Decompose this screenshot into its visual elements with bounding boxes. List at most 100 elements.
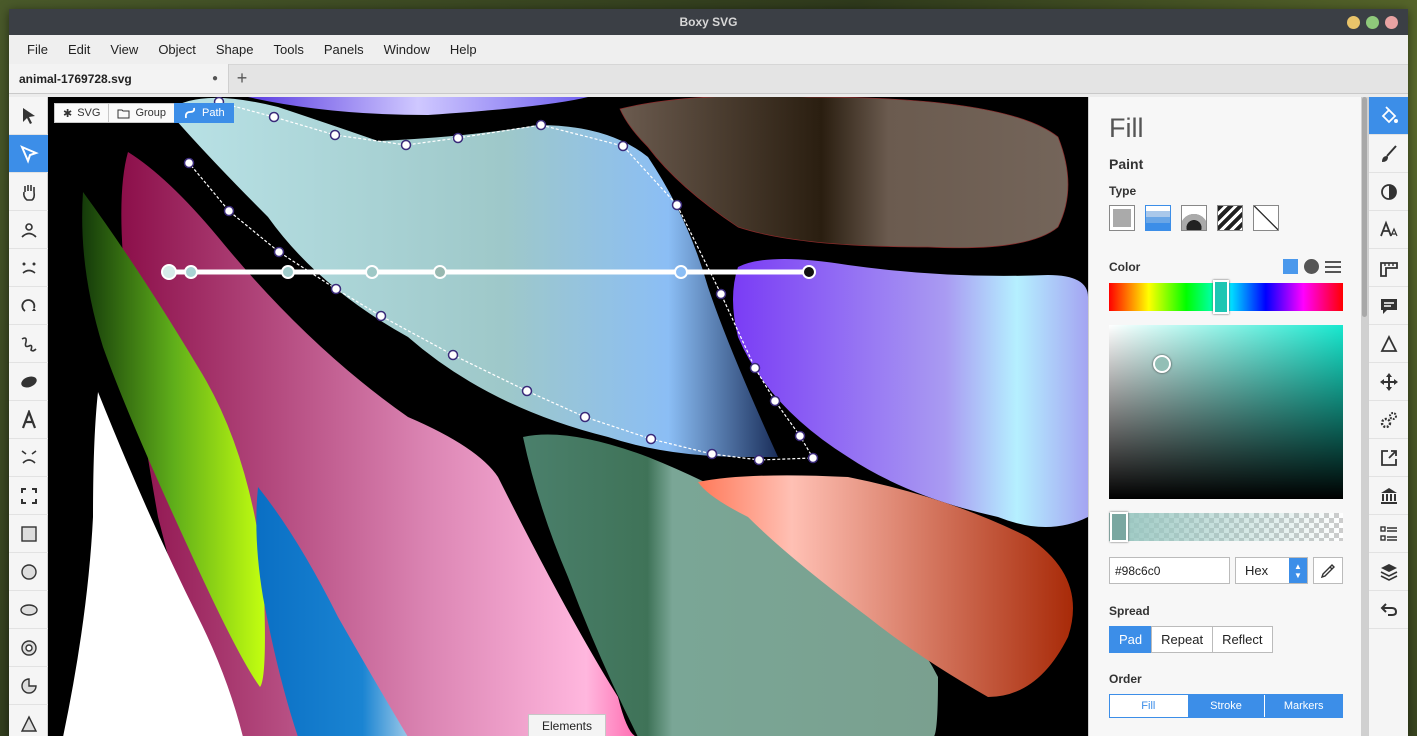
circle-mode-icon[interactable] (1304, 259, 1319, 274)
triangle-outline-icon (1380, 334, 1398, 352)
menu-window[interactable]: Window (374, 42, 440, 57)
menu-help[interactable]: Help (440, 42, 487, 57)
shape-panel-button[interactable] (1369, 325, 1408, 363)
gradient-stop-handle[interactable] (281, 265, 295, 279)
window-controls (1347, 16, 1398, 29)
panel-scrollbar[interactable] (1361, 97, 1368, 736)
pattern-type-button[interactable] (1217, 205, 1243, 231)
order-stroke-button[interactable]: Stroke (1187, 695, 1266, 717)
rectangle-tool[interactable] (9, 515, 48, 553)
elements-panel-tab[interactable]: Elements (528, 714, 606, 736)
ellipse-icon (19, 603, 38, 616)
close-button[interactable] (1385, 16, 1398, 29)
hue-slider[interactable] (1109, 280, 1343, 314)
comments-panel-button[interactable] (1369, 287, 1408, 325)
asterisk-icon: ✱ (63, 107, 73, 120)
color-picker-handle[interactable] (1153, 355, 1171, 373)
eyedropper-icon (1320, 563, 1335, 578)
panel-title: Fill (1109, 113, 1144, 143)
pie-tool[interactable] (9, 667, 48, 705)
user-tool[interactable] (9, 211, 48, 249)
stroke-panel-button[interactable] (1369, 135, 1408, 173)
order-markers-button[interactable]: Markers (1265, 695, 1343, 717)
ring-tool[interactable] (9, 629, 48, 667)
menu-edit[interactable]: Edit (58, 42, 100, 57)
drawing-canvas[interactable]: ✱ SVG Group Path Elements (48, 97, 1088, 736)
fill-panel-button[interactable] (1369, 97, 1408, 135)
spiral-tool[interactable] (9, 287, 48, 325)
gradient-stop-handle[interactable] (365, 265, 379, 279)
gradient-start-handle[interactable] (161, 264, 177, 280)
elements-list-panel-button[interactable] (1369, 515, 1408, 553)
alpha-slider[interactable] (1109, 512, 1343, 542)
node-edit-tool[interactable] (9, 135, 48, 173)
workspace: ✱ SVG Group Path Elements Fill Paint Typ… (9, 97, 1408, 736)
triangle-tool[interactable] (9, 705, 48, 736)
arrow-select-tool[interactable] (9, 97, 48, 135)
menu-shape[interactable]: Shape (206, 42, 264, 57)
linear-gradient-type-button[interactable] (1145, 205, 1171, 231)
face-tool[interactable] (9, 249, 48, 287)
breadcrumb-group[interactable]: Group (108, 103, 176, 123)
geometry-panel-button[interactable] (1369, 249, 1408, 287)
ruler-icon (1380, 261, 1398, 277)
eyedropper-button[interactable] (1313, 557, 1343, 584)
spread-repeat-button[interactable]: Repeat (1151, 626, 1214, 653)
saturation-value-picker[interactable] (1109, 325, 1343, 499)
color-mode-switcher (1283, 259, 1341, 274)
gradient-stop-handle[interactable] (433, 265, 447, 279)
hue-slider-handle[interactable] (1213, 280, 1230, 314)
artwork[interactable] (48, 97, 1088, 736)
breadcrumb-path[interactable]: Path (174, 103, 234, 123)
history-panel-button[interactable] (1369, 591, 1408, 629)
color-format-select[interactable]: Hex ▲ ▼ (1235, 557, 1308, 584)
compositing-panel-button[interactable] (1369, 173, 1408, 211)
breadcrumb-svg[interactable]: ✱ SVG (54, 103, 110, 123)
ring-icon (20, 639, 37, 656)
add-tab-button[interactable]: + (229, 64, 255, 93)
menu-view[interactable]: View (100, 42, 148, 57)
spread-pad-button[interactable]: Pad (1109, 626, 1153, 653)
ellipse-tool[interactable] (9, 591, 48, 629)
spread-reflect-button[interactable]: Reflect (1212, 626, 1273, 653)
contrast-icon (1381, 183, 1397, 200)
freehand-tool[interactable] (9, 325, 48, 363)
menu-panels[interactable]: Panels (314, 42, 374, 57)
hex-color-input[interactable] (1109, 557, 1230, 584)
square-mode-icon[interactable] (1283, 259, 1298, 274)
export-panel-button[interactable] (1369, 439, 1408, 477)
list-mode-icon[interactable] (1325, 260, 1341, 274)
frame-icon (20, 487, 37, 504)
paint-bucket-icon (1381, 105, 1398, 123)
generators-panel-button[interactable] (1369, 401, 1408, 439)
gradient-stop-handle[interactable] (674, 265, 688, 279)
list-icon (1380, 525, 1397, 541)
face-alt-tool[interactable] (9, 439, 48, 477)
alpha-slider-handle[interactable] (1110, 512, 1128, 542)
document-tab[interactable]: animal-1769728.svg ● (9, 64, 229, 93)
gradient-end-handle[interactable] (802, 265, 816, 279)
circle-tool[interactable] (9, 553, 48, 591)
blob-tool[interactable] (9, 363, 48, 401)
menu-file[interactable]: File (17, 42, 58, 57)
typography-panel-button[interactable] (1369, 211, 1408, 249)
minimize-button[interactable] (1347, 16, 1360, 29)
circle-icon (20, 563, 37, 580)
flat-color-type-button[interactable] (1109, 205, 1135, 231)
layers-panel-button[interactable] (1369, 553, 1408, 591)
hand-pan-tool[interactable] (9, 173, 48, 211)
text-tool[interactable] (9, 401, 48, 439)
radial-gradient-type-button[interactable] (1181, 205, 1207, 231)
order-fill-button[interactable]: Fill (1110, 695, 1188, 717)
typography-icon (1380, 219, 1398, 236)
menu-object[interactable]: Object (148, 42, 206, 57)
menu-tools[interactable]: Tools (263, 42, 313, 57)
transform-panel-button[interactable] (1369, 363, 1408, 401)
library-panel-button[interactable] (1369, 477, 1408, 515)
frame-tool[interactable] (9, 477, 48, 515)
gradient-stop-handle[interactable] (184, 265, 198, 279)
panel-scrollbar-thumb[interactable] (1362, 97, 1367, 317)
unsaved-indicator[interactable]: ● (212, 73, 218, 84)
no-paint-type-button[interactable] (1253, 205, 1279, 231)
maximize-button[interactable] (1366, 16, 1379, 29)
